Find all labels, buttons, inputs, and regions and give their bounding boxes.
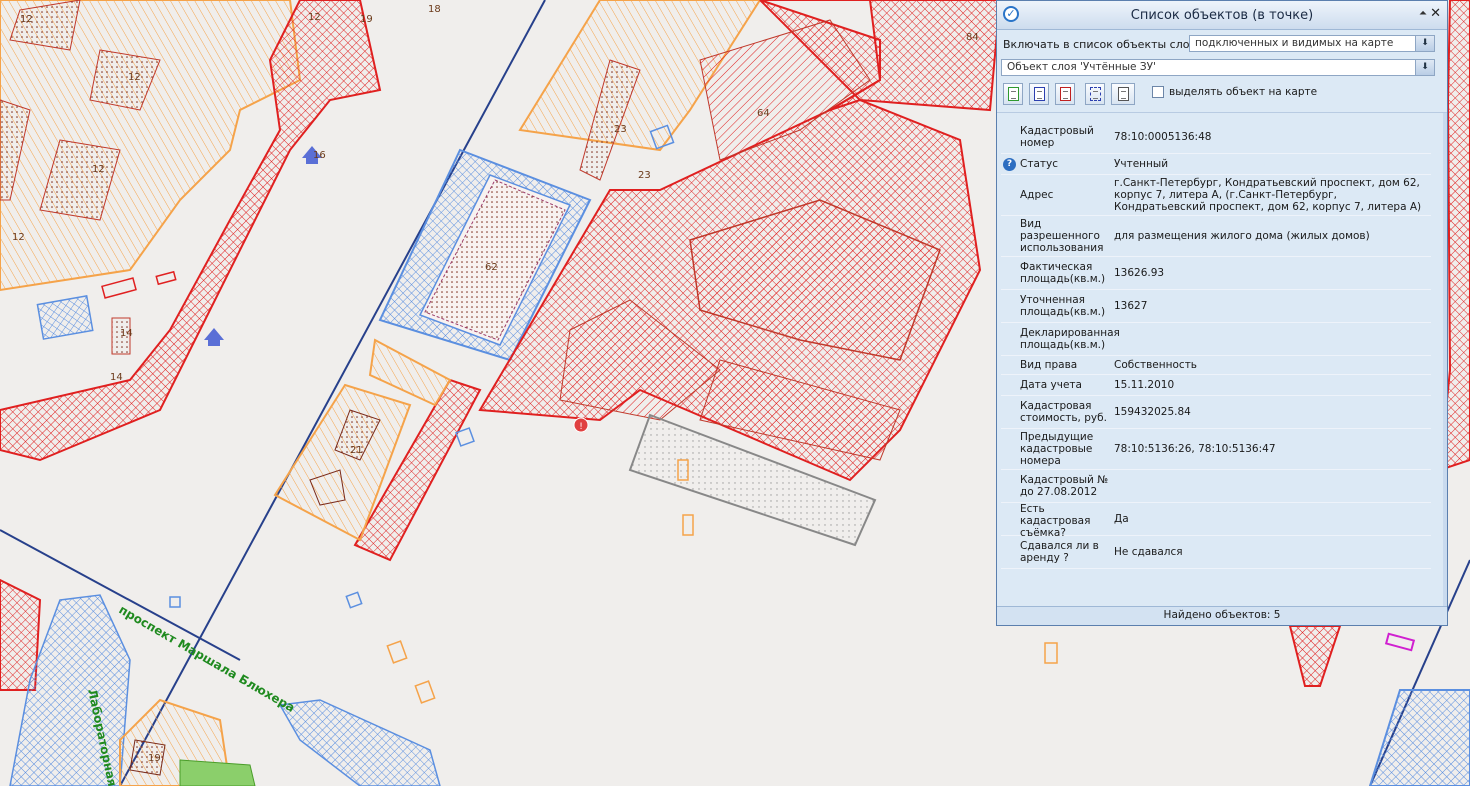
- object-layer-select-value: Объект слоя 'Учтённые ЗУ': [1007, 61, 1156, 73]
- property-name: Кадастровый номер: [1020, 125, 1094, 149]
- property-row[interactable]: Вид права Собственность: [1001, 356, 1431, 375]
- property-row[interactable]: Адрес г.Санкт-Петербург, Кондратьевский п…: [1001, 175, 1431, 216]
- parcel-number-label: 23: [638, 170, 651, 181]
- export-blue-button[interactable]: [1029, 83, 1049, 105]
- parcel-number-label: 62: [485, 262, 498, 273]
- property-name: Кадастровая стоимость, руб.: [1020, 400, 1107, 424]
- layers-select-value: подключенных и видимых на карте: [1195, 37, 1394, 49]
- info-pin-icon[interactable]: !: [573, 417, 589, 433]
- property-name: Адрес: [1020, 189, 1054, 201]
- property-name: Вид права: [1020, 359, 1078, 371]
- document-icon: [1118, 87, 1129, 101]
- parcel-number-label: 14: [110, 372, 123, 383]
- property-name: Фактическая площадь(кв.м.): [1020, 261, 1106, 285]
- property-name: Вид разрешенного использования: [1020, 218, 1104, 254]
- property-row[interactable]: Дата учета 15.11.2010: [1001, 375, 1431, 396]
- parcel-number-label: 16: [313, 150, 326, 161]
- parcel-number-label: 12: [128, 72, 141, 83]
- property-row[interactable]: Сдавался ли в аренду ? Не сдавался: [1001, 536, 1431, 569]
- property-name: Декларированная площадь(кв.м.): [1020, 327, 1120, 351]
- select-area-button[interactable]: [1085, 83, 1105, 105]
- document-button[interactable]: [1111, 83, 1135, 105]
- layers-select[interactable]: подключенных и видимых на карте ⬇: [1189, 35, 1435, 52]
- parcel-number-label: 21: [350, 445, 363, 456]
- export-green-button[interactable]: [1003, 83, 1023, 105]
- export-green-icon: [1008, 87, 1019, 101]
- property-value: 78:10:5136:26, 78:10:5136:47: [1114, 443, 1276, 455]
- property-value: Да: [1114, 513, 1129, 525]
- property-row[interactable]: Фактическая площадь(кв.м.) 13626.93: [1001, 257, 1431, 290]
- parcel-number-label: 12: [92, 164, 105, 175]
- property-row[interactable]: Кадастровая стоимость, руб. 159432025.84: [1001, 396, 1431, 429]
- property-value: Не сдавался: [1114, 546, 1183, 558]
- parcel-number-label: 12: [308, 12, 321, 23]
- close-button[interactable]: ✕: [1430, 6, 1441, 21]
- highlight-checkbox-label: выделять объект на карте: [1169, 86, 1318, 98]
- property-row[interactable]: Уточненная площадь(кв.м.) 13627: [1001, 290, 1431, 323]
- property-row[interactable]: Декларированная площадь(кв.м.): [1001, 323, 1431, 356]
- property-row[interactable]: ? Статус Учтенный: [1001, 154, 1431, 175]
- parcel-number-label: 18: [428, 4, 441, 15]
- property-value: Учтенный: [1114, 158, 1169, 170]
- property-row[interactable]: Вид разрешенного использования для размещ…: [1001, 216, 1431, 257]
- parcel-number-label: 19: [148, 753, 161, 764]
- property-value: 13627: [1114, 300, 1148, 312]
- parcel-number-label: 84: [966, 32, 979, 43]
- property-name: Кадастровый № до 27.08.2012: [1020, 474, 1109, 498]
- property-row[interactable]: Есть кадастровая съёмка? Да: [1001, 503, 1431, 539]
- parcel-number-label: 19: [360, 14, 373, 25]
- select-area-icon: [1090, 87, 1101, 101]
- highlight-checkbox[interactable]: [1152, 86, 1164, 98]
- property-row[interactable]: Предыдущие кадастровые номера 78:10:5136:…: [1001, 429, 1431, 470]
- property-value: Собственность: [1114, 359, 1198, 371]
- property-value: 78:10:0005136:48: [1114, 131, 1212, 143]
- property-row[interactable]: Кадастровый № до 27.08.2012: [1001, 470, 1431, 503]
- window-title: Список объектов (в точке): [1130, 8, 1314, 23]
- property-value: 13626.93: [1114, 267, 1165, 279]
- export-blue-icon: [1034, 87, 1045, 101]
- parcel-number-label: 12: [12, 232, 25, 243]
- property-name: Статус: [1020, 158, 1058, 170]
- object-layer-select[interactable]: Объект слоя 'Учтённые ЗУ' ⬇: [1001, 59, 1435, 76]
- status-bar: Найдено объектов: 5: [997, 606, 1447, 625]
- chevron-down-icon[interactable]: ⬇: [1415, 60, 1434, 75]
- property-name: Есть кадастровая съёмка?: [1020, 503, 1091, 539]
- property-row[interactable]: Кадастровый номер 78:10:0005136:48: [1001, 121, 1431, 154]
- parcel-number-label: 23: [614, 124, 627, 135]
- layers-label: Включать в список объекты слоев:: [1003, 38, 1207, 51]
- property-value: г.Санкт-Петербург, Кондратьевский проспе…: [1114, 177, 1422, 213]
- window-titlebar[interactable]: ✓ Список объектов (в точке) ⏶ ✕: [997, 1, 1447, 30]
- property-name: Сдавался ли в аренду ?: [1020, 540, 1099, 564]
- svg-text:!: !: [579, 422, 583, 432]
- property-value: для размещения жилого дома (жилых домов): [1114, 230, 1370, 242]
- scrollbar[interactable]: [1443, 113, 1447, 606]
- property-name: Предыдущие кадастровые номера: [1020, 431, 1094, 467]
- parcel-number-label: 64: [757, 108, 770, 119]
- property-name: Уточненная площадь(кв.м.): [1020, 294, 1106, 318]
- parcel-number-label: 12: [20, 14, 33, 25]
- parcel-number-label: 14: [120, 328, 133, 339]
- collapse-button[interactable]: ⏶: [1419, 8, 1427, 19]
- property-name: Дата учета: [1020, 379, 1082, 391]
- properties-grid: Кадастровый номер 78:10:0005136:48? Статус…: [1001, 121, 1431, 569]
- divider: [997, 112, 1447, 113]
- export-red-button[interactable]: [1055, 83, 1075, 105]
- objects-list-window[interactable]: ✓ Список объектов (в точке) ⏶ ✕ Включать…: [996, 0, 1448, 626]
- info-icon[interactable]: ?: [1003, 157, 1016, 171]
- property-value: 15.11.2010: [1114, 379, 1175, 391]
- property-value: 159432025.84: [1114, 406, 1191, 418]
- chevron-down-icon[interactable]: ⬇: [1415, 36, 1434, 51]
- export-red-icon: [1060, 87, 1071, 101]
